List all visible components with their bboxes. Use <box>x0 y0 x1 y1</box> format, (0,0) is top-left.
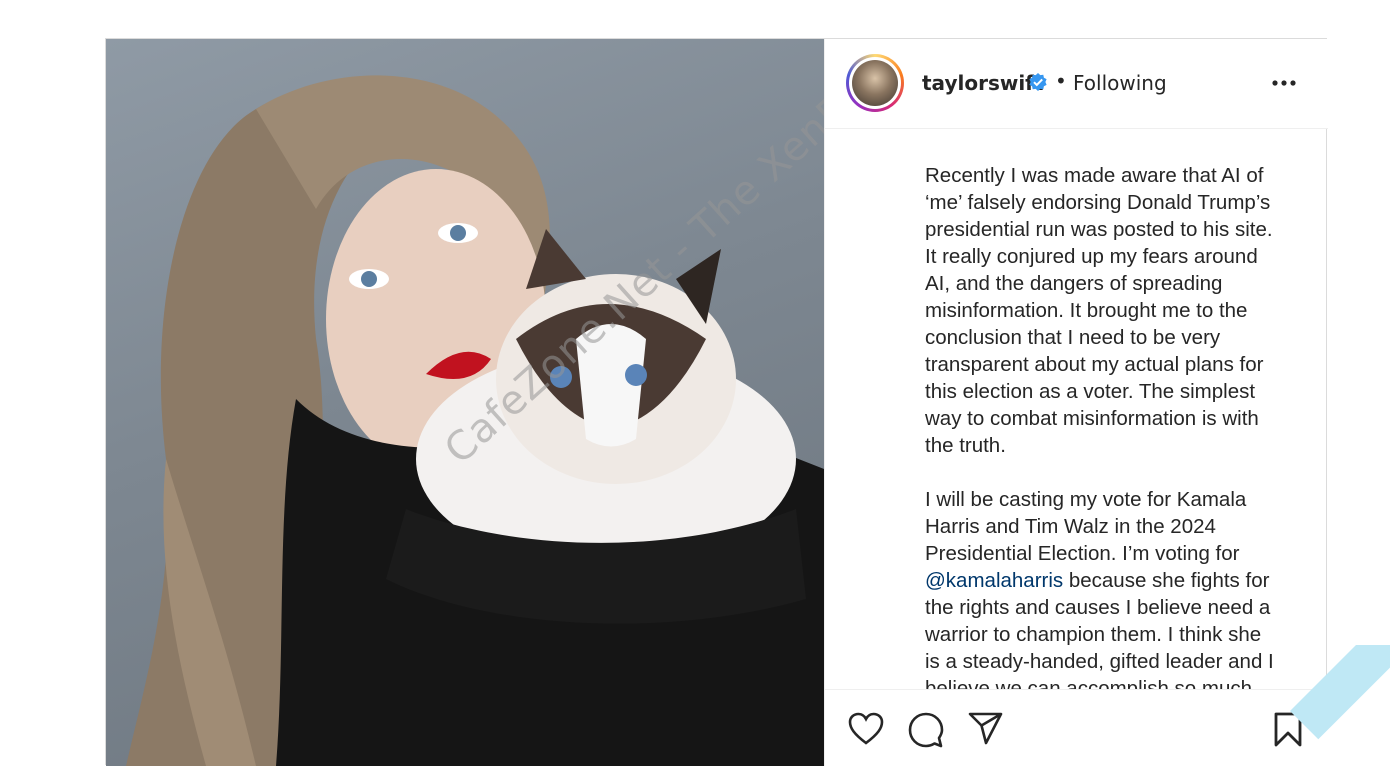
caption-paragraph-1: Recently I was made aware that AI of ‘me… <box>925 164 1273 457</box>
comment-icon[interactable] <box>908 712 944 752</box>
following-button[interactable]: Following <box>1073 71 1167 95</box>
post-side-panel: taylorswift • Following Recently I was m… <box>824 39 1328 766</box>
avatar[interactable] <box>846 54 904 112</box>
username-link[interactable]: taylorswift <box>922 71 1043 95</box>
caption-paragraph-gap <box>925 459 1295 486</box>
post-photo-illustration <box>126 75 824 766</box>
share-icon[interactable] <box>968 712 1004 750</box>
post-actions-bar <box>825 689 1328 766</box>
corner-badge: CafeZone <box>1270 645 1390 765</box>
caption-paragraph-2: I will be casting my vote for Kamala Har… <box>925 486 1295 689</box>
avatar-border <box>849 57 901 109</box>
post-photo[interactable]: CafeZone.Net - The XenForo Community <box>106 39 824 766</box>
post-caption: Recently I was made aware that AI of ‘me… <box>925 129 1295 689</box>
instagram-post: CafeZone.Net - The XenForo Community tay… <box>105 38 1328 766</box>
separator-dot: • <box>1055 69 1067 93</box>
verified-badge-icon <box>1028 72 1048 96</box>
heart-icon[interactable] <box>848 712 884 750</box>
more-options-icon[interactable] <box>1271 73 1297 97</box>
mention-link[interactable]: @kamalaharris <box>925 569 1063 592</box>
caption-paragraph-2-text: I will be casting my vote for Kamala Har… <box>925 488 1247 565</box>
caption-scroll-spacer <box>925 129 1295 162</box>
avatar-image <box>852 60 898 106</box>
post-header: taylorswift • Following <box>825 39 1328 129</box>
